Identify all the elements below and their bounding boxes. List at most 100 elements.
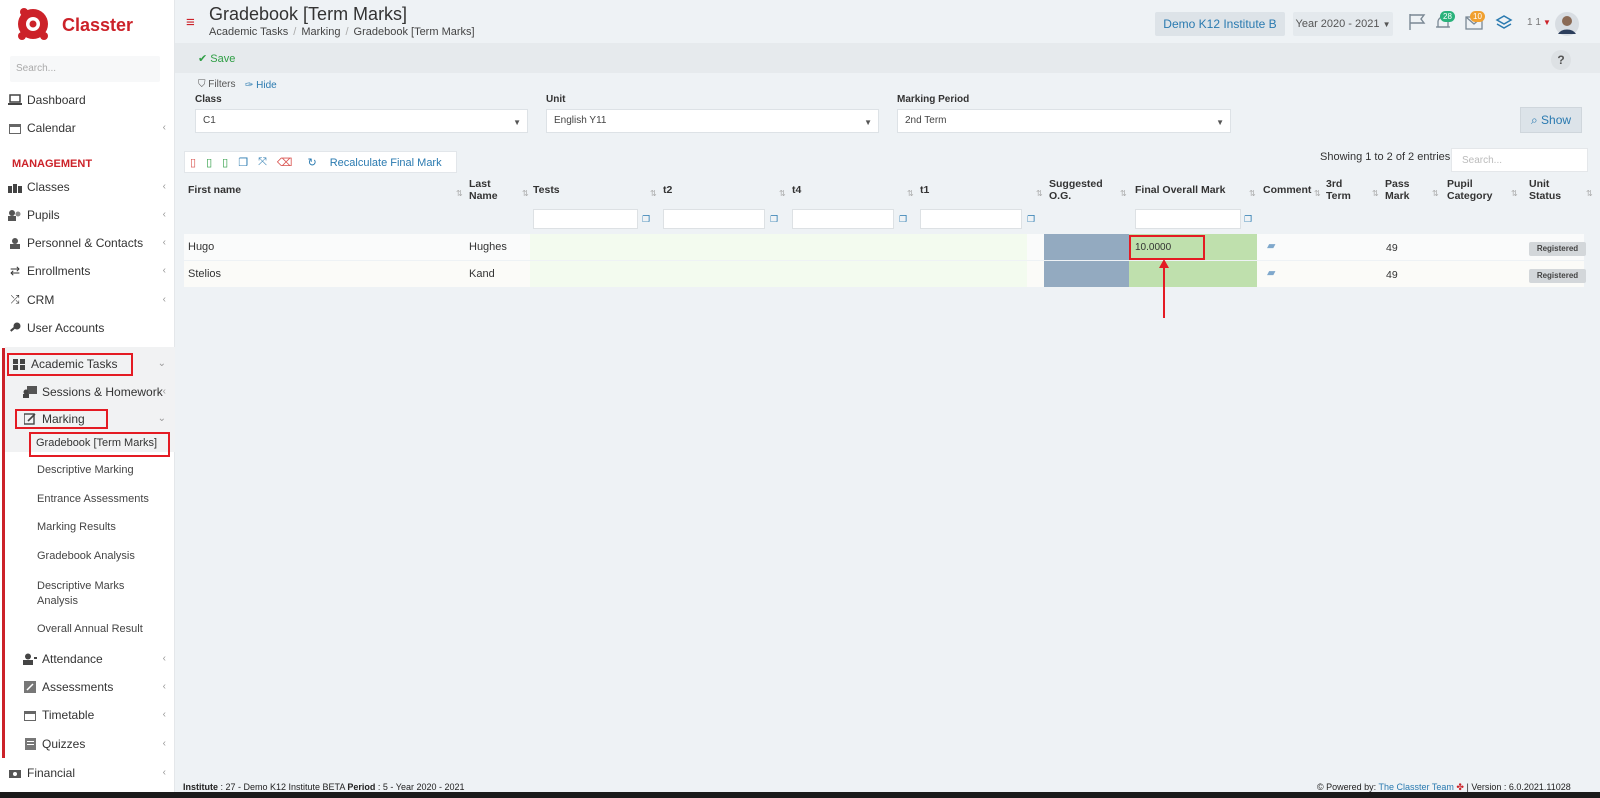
copy-down-icon[interactable]: ❐ (1244, 214, 1252, 225)
hide-filters-button[interactable]: ✑ Hide (245, 80, 277, 91)
column-header-pass-mark[interactable]: Pass Mark (1385, 178, 1410, 202)
sidebar-search-input[interactable]: Search... (10, 56, 160, 82)
excel-export-icon[interactable]: ▯ (206, 156, 212, 169)
sidebar-item-user-accounts[interactable]: User Accounts (0, 315, 174, 341)
sidebar-item-dashboard[interactable]: Dashboard (0, 87, 174, 113)
show-button[interactable]: ⌕ Show (1520, 107, 1582, 133)
copy-down-icon[interactable]: ❐ (899, 214, 907, 225)
breadcrumb-item[interactable]: Marking (301, 26, 340, 38)
sort-icon[interactable]: ⇅ (779, 189, 786, 198)
column-header-3rd-term[interactable]: 3rd Term (1326, 178, 1351, 202)
t4-fill-input[interactable] (792, 209, 894, 229)
column-header-tests[interactable]: Tests (533, 184, 560, 196)
chevron-left-icon: ‹ (162, 181, 166, 192)
menu-toggle-icon[interactable]: ≡ (186, 15, 195, 30)
comment-icon[interactable]: ▰ (1267, 266, 1275, 279)
avatar[interactable] (1555, 12, 1579, 36)
sidebar-item-label: Quizzes (42, 737, 86, 751)
help-button[interactable]: ? (1551, 50, 1571, 70)
column-header-t4[interactable]: t4 (792, 184, 801, 196)
sidebar-item-marking-results[interactable]: Marking Results (37, 521, 116, 533)
save-button[interactable]: ✔ Save (198, 52, 235, 65)
first-name-cell: Hugo (188, 241, 215, 253)
eraser-icon[interactable]: ⌫ (277, 156, 293, 169)
copy-down-icon[interactable]: ❐ (1027, 214, 1035, 225)
sort-icon[interactable]: ⇅ (907, 189, 914, 198)
column-header-last-name[interactable]: Last Name (469, 178, 498, 202)
sort-icon[interactable]: ⇅ (1372, 189, 1379, 198)
collapse-icon[interactable]: ⤧ (258, 156, 267, 169)
column-header-first-name[interactable]: First name (188, 184, 241, 196)
copy-down-icon[interactable]: ❐ (642, 214, 650, 225)
sidebar-item-crm[interactable]: ⤮ CRM ‹ (0, 287, 174, 313)
sort-icon[interactable]: ⇅ (650, 189, 657, 198)
sidebar-item-overall-annual-result[interactable]: Overall Annual Result (37, 623, 143, 635)
sidebar-item-gradebook-analysis[interactable]: Gradebook Analysis (37, 550, 135, 562)
pdf-export-icon[interactable]: ▯ (190, 156, 196, 169)
sort-icon[interactable]: ⇅ (1120, 189, 1127, 198)
column-header-t2[interactable]: t2 (663, 184, 672, 196)
sidebar-item-financial[interactable]: Financial ‹ (0, 760, 174, 786)
sidebar-item-attendance[interactable]: Attendance ‹ (0, 646, 174, 672)
column-header-final-overall-mark[interactable]: Final Overall Mark (1135, 184, 1225, 196)
year-selector[interactable]: Year 2020 - 2021 ▼ (1293, 12, 1393, 36)
t1-fill-input[interactable] (920, 209, 1022, 229)
marking-period-select[interactable]: 2nd Term ▼ (897, 109, 1231, 133)
sidebar-item-label: Assessments (42, 680, 114, 694)
sort-icon[interactable]: ⇅ (522, 189, 529, 198)
sort-icon[interactable]: ⇅ (1314, 189, 1321, 198)
sort-icon[interactable]: ⇅ (1432, 189, 1439, 198)
layers-icon[interactable] (1495, 14, 1513, 32)
sidebar-item-pupils[interactable]: Pupils ‹ (0, 202, 174, 228)
institute-selector[interactable]: Demo K12 Institute B (1155, 12, 1285, 36)
t2-fill-input[interactable] (663, 209, 765, 229)
chevron-left-icon: ‹ (162, 265, 166, 276)
column-header-pupil-category[interactable]: Pupil Category (1447, 178, 1493, 202)
refresh-icon: ↻ (307, 156, 317, 169)
sidebar-item-personnel[interactable]: Personnel & Contacts ‹ (0, 230, 174, 256)
column-header-t1[interactable]: t1 (920, 184, 929, 196)
header-line: Suggested (1049, 178, 1103, 190)
sidebar-item-assessments[interactable]: Assessments ‹ (0, 674, 174, 700)
final-mark-cell[interactable] (1129, 261, 1257, 287)
column-header-suggested-og[interactable]: Suggested O.G. (1049, 178, 1103, 202)
sidebar-item-entrance-assessments[interactable]: Entrance Assessments (37, 493, 149, 505)
sort-icon[interactable]: ⇅ (1036, 189, 1043, 198)
marks-cells[interactable] (530, 234, 1027, 260)
marks-cells[interactable] (530, 261, 1027, 287)
table-search-input[interactable]: Search... (1451, 148, 1588, 172)
comment-icon[interactable]: ▰ (1267, 239, 1275, 252)
unit-value: English Y11 (554, 115, 607, 126)
page-title: Gradebook [Term Marks] (209, 4, 408, 24)
class-select[interactable]: C1 ▼ (195, 109, 528, 133)
flag-icon[interactable] (1408, 13, 1426, 31)
sidebar-item-descriptive-marking[interactable]: Descriptive Marking (37, 464, 134, 476)
sidebar-item-quizzes[interactable]: Quizzes ‹ (0, 731, 174, 757)
sort-icon[interactable]: ⇅ (1586, 189, 1593, 198)
sidebar-item-timetable[interactable]: Timetable ‹ (0, 702, 174, 728)
sidebar-item-enrollments[interactable]: ⇄ Enrollments ‹ (0, 258, 174, 284)
user-name[interactable]: 1 1 (1527, 17, 1541, 28)
tests-fill-input[interactable] (533, 209, 638, 229)
final-mark-fill-input[interactable] (1135, 209, 1241, 229)
classes-icon (8, 181, 22, 193)
recalculate-final-mark-button[interactable]: ↻ Recalculate Final Mark (302, 156, 446, 169)
breadcrumb-item[interactable]: Academic Tasks (209, 26, 288, 38)
classter-team-link[interactable]: The Classter Team (1379, 782, 1454, 792)
sidebar-item-classes[interactable]: Classes ‹ (0, 174, 174, 200)
sort-icon[interactable]: ⇅ (1249, 189, 1256, 198)
classter-logo[interactable] (16, 6, 50, 42)
caret-down-icon[interactable]: ▼ (1543, 18, 1551, 27)
sidebar-item-descriptive-marks-analysis[interactable]: Descriptive Marks Analysis (37, 579, 124, 609)
sort-icon[interactable]: ⇅ (456, 189, 463, 198)
copy-icon[interactable]: ❐ (238, 156, 248, 169)
chevron-left-icon: ‹ (162, 709, 166, 720)
copy-down-icon[interactable]: ❐ (770, 214, 778, 225)
sidebar-item-calendar[interactable]: Calendar ‹ (0, 115, 174, 141)
csv-export-icon[interactable]: ▯ (222, 156, 228, 169)
column-header-comment[interactable]: Comment (1263, 184, 1311, 196)
sidebar-item-sessions-homework[interactable]: Sessions & Homework ‹ (0, 379, 174, 405)
unit-select[interactable]: English Y11 ▼ (546, 109, 879, 133)
sort-icon[interactable]: ⇅ (1511, 189, 1518, 198)
column-header-unit-status[interactable]: Unit Status (1529, 178, 1561, 202)
